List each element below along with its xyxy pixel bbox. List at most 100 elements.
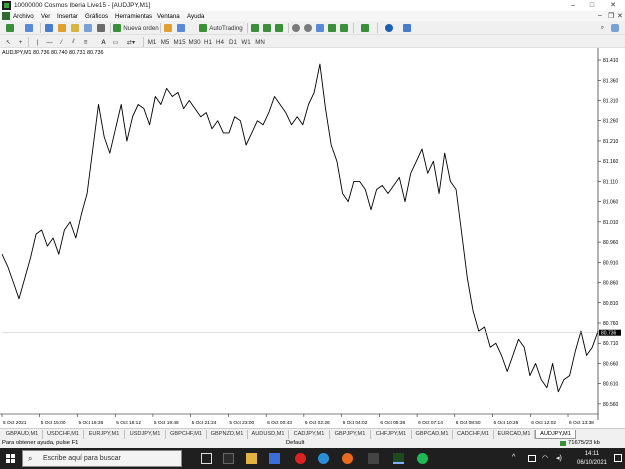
text-label-icon[interactable]: ▭	[111, 37, 120, 47]
app-logo-icon	[2, 1, 11, 10]
edge-icon[interactable]	[318, 453, 329, 464]
app-icon-2[interactable]	[368, 453, 379, 464]
menu-ventana[interactable]: Ventana	[157, 13, 180, 20]
navigator-button[interactable]	[70, 23, 80, 33]
autotrading-button[interactable]: AutoTrading	[198, 23, 244, 33]
price-chart[interactable]: AUDJPY,M1 80.736 80.740 80.731 80.736 81…	[0, 48, 625, 428]
metatrader-icon[interactable]	[393, 453, 404, 464]
tile-windows-button[interactable]	[315, 23, 325, 33]
timeframe-w1[interactable]: W1	[241, 37, 251, 47]
maximize-icon[interactable]: □	[585, 1, 599, 10]
tab-cadjpy-m1[interactable]: CADJPY,M1	[289, 430, 330, 439]
profiles-button[interactable]	[22, 23, 36, 33]
firefox-icon[interactable]	[342, 453, 353, 464]
opera-icon[interactable]	[295, 453, 306, 464]
cursor-icon[interactable]: ↖	[4, 37, 13, 47]
y-tick-label: 80.760	[603, 321, 619, 327]
menu-archivo[interactable]: Archivo	[13, 13, 34, 20]
bar-chart-button[interactable]	[250, 23, 260, 33]
text-tool-button[interactable]: A	[99, 37, 108, 47]
windows-start-icon[interactable]	[6, 454, 15, 463]
crosshair-icon[interactable]: +	[16, 37, 25, 47]
menu-ver[interactable]: Ver	[41, 13, 50, 20]
battery-icon[interactable]	[528, 455, 536, 462]
vertical-line-icon[interactable]: |	[33, 37, 42, 47]
tab-gbpaud-m1[interactable]: GBPAUD,M1	[2, 430, 43, 439]
menu-ayuda[interactable]: Ayuda	[187, 13, 204, 20]
spotify-icon[interactable]	[417, 453, 428, 464]
clock-date[interactable]: 06/10/2021	[574, 460, 610, 466]
indicators-button[interactable]	[358, 23, 372, 33]
tab-audjpy-m1[interactable]: AUDJPY,M1	[535, 430, 576, 439]
timeframe-m30[interactable]: M30	[188, 37, 201, 47]
tab-chfjpy-m1[interactable]: CHFJPY,M1	[371, 430, 412, 439]
app-icon-1[interactable]	[223, 453, 234, 464]
tab-usdjpy-m1[interactable]: USDJPY,M1	[125, 430, 166, 439]
market-watch-button[interactable]	[44, 23, 54, 33]
tab-eurjpy-m1[interactable]: EURJPY,M1	[84, 430, 125, 439]
tray-chevron-icon[interactable]: ^	[512, 454, 515, 461]
profile-name: Default	[286, 440, 305, 446]
tab-gbpnzd-m1[interactable]: GBPNZD,M1	[207, 430, 248, 439]
candlestick-button[interactable]	[262, 23, 272, 33]
terminal-button[interactable]	[83, 23, 93, 33]
tab-cadchf-m1[interactable]: CADCHF,M1	[453, 430, 494, 439]
minimize-icon[interactable]: –	[566, 1, 580, 10]
store-icon[interactable]	[269, 453, 280, 464]
menu-insertar[interactable]: Insertar	[57, 13, 78, 20]
timeframe-m1[interactable]: M1	[147, 37, 157, 47]
channel-icon[interactable]: ⫽	[69, 37, 78, 47]
menu-graficos[interactable]: Gráficos	[85, 13, 108, 20]
new-order-button[interactable]: Nueva orden	[113, 23, 159, 33]
timeframe-m5[interactable]: M5	[160, 37, 170, 47]
y-tick-label: 80.610	[603, 382, 619, 388]
menu-herramientas[interactable]: Herramientas	[115, 13, 152, 20]
mdi-minimize-icon[interactable]: –	[598, 12, 602, 19]
chart-canvas: 81.410 81.360 81.310 81.260 81.210 81.160 81.1…	[0, 48, 621, 426]
data-window-button[interactable]	[57, 23, 67, 33]
x-tick-label: 6 Oct 02:26	[305, 420, 330, 426]
close-icon[interactable]: ✕	[606, 1, 620, 10]
autoscroll-button[interactable]	[339, 23, 349, 33]
tab-audusd-m1[interactable]: AUDUSD,M1	[248, 430, 289, 439]
tab-gbpchf-m1[interactable]: GBPCHF,M1	[166, 430, 207, 439]
task-view-icon[interactable]	[201, 453, 212, 464]
standard-toolbar: Nueva orden AutoTrading ⌕	[0, 21, 625, 35]
clock-time[interactable]: 14:11	[574, 451, 610, 457]
notifications-icon[interactable]	[614, 454, 622, 462]
taskbar-search-input[interactable]: ⌕ Escribe aquí para buscar	[22, 450, 182, 467]
chart-shift-button[interactable]	[327, 23, 337, 33]
volume-icon[interactable]: ◂)	[556, 454, 562, 462]
zoom-in-button[interactable]	[291, 23, 301, 33]
trendline-icon[interactable]: ⁄	[57, 37, 66, 47]
timeframe-d1[interactable]: D1	[228, 37, 238, 47]
new-chart-button[interactable]	[3, 23, 17, 33]
file-explorer-icon[interactable]	[246, 453, 257, 464]
tab-eurcad-m1[interactable]: EURCAD,M1	[494, 430, 535, 439]
templates-button[interactable]	[400, 23, 414, 33]
y-tick-label: 81.060	[603, 200, 619, 206]
tab-gbpjpy-m1[interactable]: GBPJPY,M1	[330, 430, 371, 439]
mdi-close-icon[interactable]: ✕	[617, 12, 623, 20]
tab-gbpcad-m1[interactable]: GBPCAD,M1	[412, 430, 453, 439]
search-icon[interactable]: ⌕	[598, 23, 607, 33]
periods-button[interactable]	[382, 23, 396, 33]
fibonacci-icon[interactable]: ≡	[81, 37, 90, 47]
mdi-restore-icon[interactable]: ❐	[608, 12, 614, 20]
timeframe-h1[interactable]: H1	[203, 37, 213, 47]
y-tick-label: 80.910	[603, 260, 619, 266]
arrows-icon[interactable]: ⇄▾	[124, 37, 138, 47]
metaeditor-button[interactable]	[163, 23, 173, 33]
zoom-out-button[interactable]	[303, 23, 313, 33]
network-icon[interactable]: ◠	[542, 454, 548, 462]
y-tick-label: 80.710	[603, 341, 619, 347]
expert-button[interactable]	[176, 23, 186, 33]
tab-usdchf-m1[interactable]: USDCHF,M1	[43, 430, 84, 439]
line-chart-button[interactable]	[274, 23, 284, 33]
horizontal-line-icon[interactable]: —	[45, 37, 54, 47]
chat-icon[interactable]	[610, 23, 619, 33]
timeframe-h4[interactable]: H4	[215, 37, 225, 47]
strategy-tester-button[interactable]	[96, 23, 106, 33]
timeframe-mn[interactable]: MN	[254, 37, 266, 47]
timeframe-m15[interactable]: M15	[173, 37, 186, 47]
